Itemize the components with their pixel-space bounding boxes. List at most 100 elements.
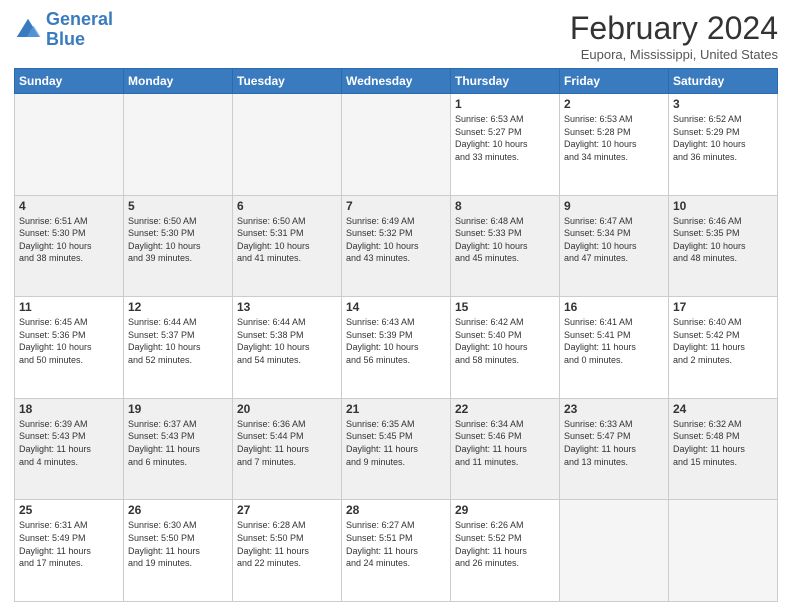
calendar-cell: 7Sunrise: 6:49 AM Sunset: 5:32 PM Daylig…: [342, 195, 451, 297]
calendar-cell: 18 Sunrise: 6:39 AM Sunset: 5:43 PM Dayli…: [15, 398, 124, 500]
day-info: Sunrise: 6:52 AM Sunset: 5:29 PM Dayligh…: [673, 113, 773, 163]
day-info: Sunrise: 6:28 AM Sunset: 5:50 PM Dayligh…: [237, 519, 337, 569]
week-row-4: 18 Sunrise: 6:39 AM Sunset: 5:43 PM Dayli…: [15, 398, 778, 500]
calendar-cell: 9Sunrise: 6:47 AM Sunset: 5:34 PM Daylig…: [560, 195, 669, 297]
day-number: 28: [346, 503, 446, 517]
day-info: Sunrise: 6:50 AM Sunset: 5:31 PM Dayligh…: [237, 215, 337, 265]
day-number: 25: [19, 503, 119, 517]
week-row-5: 25 Sunrise: 6:31 AM Sunset: 5:49 PM Dayli…: [15, 500, 778, 602]
week-row-3: 11 Sunrise: 6:45 AM Sunset: 5:36 PM Dayli…: [15, 297, 778, 399]
day-info: Sunrise: 6:51 AM Sunset: 5:30 PM Dayligh…: [19, 215, 119, 265]
calendar-cell: 29 Sunrise: 6:26 AM Sunset: 5:52 PM Dayli…: [451, 500, 560, 602]
calendar-cell: 2 Sunrise: 6:53 AM Sunset: 5:28 PM Daylig…: [560, 94, 669, 196]
calendar-cell: 1Sunrise: 6:53 AM Sunset: 5:27 PM Daylig…: [451, 94, 560, 196]
day-number: 21: [346, 402, 446, 416]
calendar-cell: 3 Sunrise: 6:52 AM Sunset: 5:29 PM Daylig…: [669, 94, 778, 196]
day-number: 15: [455, 300, 555, 314]
day-number: 14: [346, 300, 446, 314]
day-info: Sunrise: 6:40 AM Sunset: 5:42 PM Dayligh…: [673, 316, 773, 366]
day-info: Sunrise: 6:33 AM Sunset: 5:47 PM Dayligh…: [564, 418, 664, 468]
weekday-header-monday: Monday: [124, 69, 233, 94]
location: Eupora, Mississippi, United States: [570, 47, 778, 62]
calendar-cell: 15 Sunrise: 6:42 AM Sunset: 5:40 PM Dayli…: [451, 297, 560, 399]
weekday-header-saturday: Saturday: [669, 69, 778, 94]
calendar-cell: 16 Sunrise: 6:41 AM Sunset: 5:41 PM Dayli…: [560, 297, 669, 399]
day-info: Sunrise: 6:53 AM Sunset: 5:28 PM Dayligh…: [564, 113, 664, 163]
day-info: Sunrise: 6:35 AM Sunset: 5:45 PM Dayligh…: [346, 418, 446, 468]
logo-icon: [14, 16, 42, 44]
day-info: Sunrise: 6:36 AM Sunset: 5:44 PM Dayligh…: [237, 418, 337, 468]
day-number: 13: [237, 300, 337, 314]
weekday-header-tuesday: Tuesday: [233, 69, 342, 94]
day-number: 29: [455, 503, 555, 517]
weekday-header-sunday: Sunday: [15, 69, 124, 94]
day-number: 26: [128, 503, 228, 517]
calendar-cell: [233, 94, 342, 196]
calendar-cell: [560, 500, 669, 602]
day-number: 8: [455, 199, 555, 213]
day-info: Sunrise: 6:31 AM Sunset: 5:49 PM Dayligh…: [19, 519, 119, 569]
calendar: SundayMondayTuesdayWednesdayThursdayFrid…: [14, 68, 778, 602]
day-info: Sunrise: 6:45 AM Sunset: 5:36 PM Dayligh…: [19, 316, 119, 366]
weekday-header-row: SundayMondayTuesdayWednesdayThursdayFrid…: [15, 69, 778, 94]
day-number: 17: [673, 300, 773, 314]
day-number: 23: [564, 402, 664, 416]
logo: General Blue: [14, 10, 113, 50]
calendar-cell: 17 Sunrise: 6:40 AM Sunset: 5:42 PM Dayli…: [669, 297, 778, 399]
title-area: February 2024 Eupora, Mississippi, Unite…: [570, 10, 778, 62]
calendar-cell: 28Sunrise: 6:27 AM Sunset: 5:51 PM Dayli…: [342, 500, 451, 602]
day-number: 4: [19, 199, 119, 213]
day-number: 16: [564, 300, 664, 314]
logo-text: General Blue: [46, 10, 113, 50]
day-info: Sunrise: 6:44 AM Sunset: 5:37 PM Dayligh…: [128, 316, 228, 366]
day-number: 12: [128, 300, 228, 314]
day-number: 2: [564, 97, 664, 111]
calendar-cell: 11 Sunrise: 6:45 AM Sunset: 5:36 PM Dayli…: [15, 297, 124, 399]
day-number: 7: [346, 199, 446, 213]
calendar-cell: 22 Sunrise: 6:34 AM Sunset: 5:46 PM Dayli…: [451, 398, 560, 500]
calendar-cell: 19 Sunrise: 6:37 AM Sunset: 5:43 PM Dayli…: [124, 398, 233, 500]
day-info: Sunrise: 6:42 AM Sunset: 5:40 PM Dayligh…: [455, 316, 555, 366]
calendar-cell: 13Sunrise: 6:44 AM Sunset: 5:38 PM Dayli…: [233, 297, 342, 399]
calendar-cell: 6Sunrise: 6:50 AM Sunset: 5:31 PM Daylig…: [233, 195, 342, 297]
day-info: Sunrise: 6:30 AM Sunset: 5:50 PM Dayligh…: [128, 519, 228, 569]
calendar-cell: [15, 94, 124, 196]
day-info: Sunrise: 6:47 AM Sunset: 5:34 PM Dayligh…: [564, 215, 664, 265]
day-number: 24: [673, 402, 773, 416]
day-number: 3: [673, 97, 773, 111]
page: General Blue February 2024 Eupora, Missi…: [0, 0, 792, 612]
month-title: February 2024: [570, 10, 778, 47]
calendar-cell: 24Sunrise: 6:32 AM Sunset: 5:48 PM Dayli…: [669, 398, 778, 500]
calendar-cell: 27Sunrise: 6:28 AM Sunset: 5:50 PM Dayli…: [233, 500, 342, 602]
weekday-header-wednesday: Wednesday: [342, 69, 451, 94]
calendar-cell: 12 Sunrise: 6:44 AM Sunset: 5:37 PM Dayli…: [124, 297, 233, 399]
calendar-cell: 23 Sunrise: 6:33 AM Sunset: 5:47 PM Dayli…: [560, 398, 669, 500]
calendar-cell: 4 Sunrise: 6:51 AM Sunset: 5:30 PM Daylig…: [15, 195, 124, 297]
calendar-cell: 21 Sunrise: 6:35 AM Sunset: 5:45 PM Dayli…: [342, 398, 451, 500]
weekday-header-friday: Friday: [560, 69, 669, 94]
day-info: Sunrise: 6:48 AM Sunset: 5:33 PM Dayligh…: [455, 215, 555, 265]
calendar-cell: 20 Sunrise: 6:36 AM Sunset: 5:44 PM Dayli…: [233, 398, 342, 500]
calendar-cell: [669, 500, 778, 602]
week-row-2: 4 Sunrise: 6:51 AM Sunset: 5:30 PM Daylig…: [15, 195, 778, 297]
day-number: 10: [673, 199, 773, 213]
day-info: Sunrise: 6:41 AM Sunset: 5:41 PM Dayligh…: [564, 316, 664, 366]
header: General Blue February 2024 Eupora, Missi…: [14, 10, 778, 62]
day-number: 11: [19, 300, 119, 314]
calendar-cell: 25 Sunrise: 6:31 AM Sunset: 5:49 PM Dayli…: [15, 500, 124, 602]
day-info: Sunrise: 6:39 AM Sunset: 5:43 PM Dayligh…: [19, 418, 119, 468]
logo-line1: General: [46, 9, 113, 29]
day-info: Sunrise: 6:37 AM Sunset: 5:43 PM Dayligh…: [128, 418, 228, 468]
day-number: 18: [19, 402, 119, 416]
day-info: Sunrise: 6:53 AM Sunset: 5:27 PM Dayligh…: [455, 113, 555, 163]
calendar-cell: 26 Sunrise: 6:30 AM Sunset: 5:50 PM Dayli…: [124, 500, 233, 602]
calendar-cell: [124, 94, 233, 196]
calendar-cell: 14Sunrise: 6:43 AM Sunset: 5:39 PM Dayli…: [342, 297, 451, 399]
week-row-1: 1Sunrise: 6:53 AM Sunset: 5:27 PM Daylig…: [15, 94, 778, 196]
day-number: 20: [237, 402, 337, 416]
day-number: 19: [128, 402, 228, 416]
day-info: Sunrise: 6:34 AM Sunset: 5:46 PM Dayligh…: [455, 418, 555, 468]
day-number: 22: [455, 402, 555, 416]
calendar-cell: [342, 94, 451, 196]
day-info: Sunrise: 6:26 AM Sunset: 5:52 PM Dayligh…: [455, 519, 555, 569]
